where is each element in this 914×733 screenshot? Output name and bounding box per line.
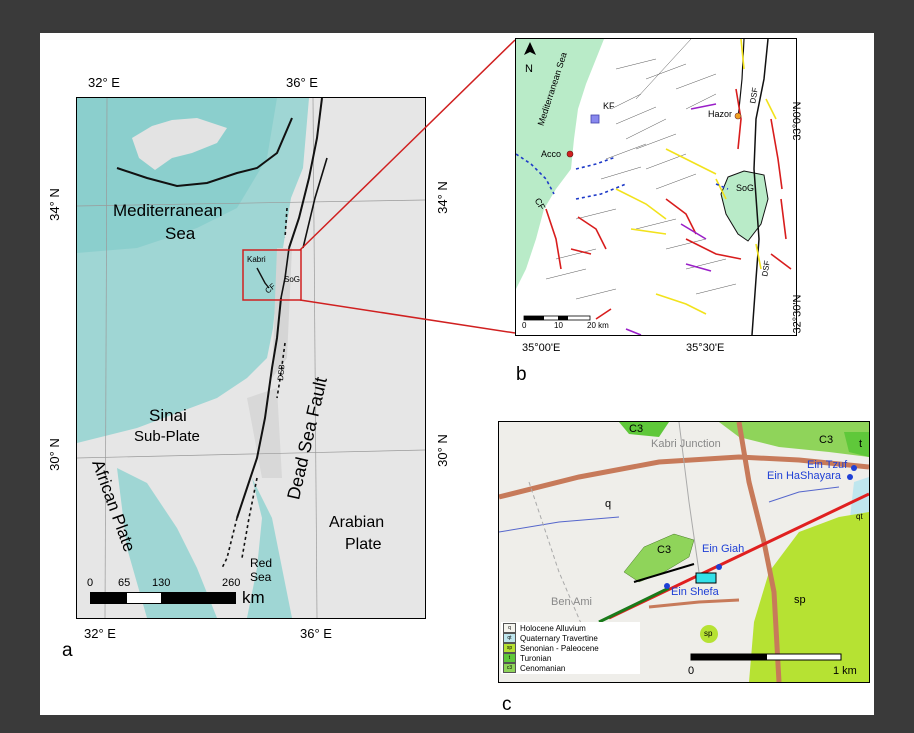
map-panel-c: q Holocene Alluvium qt Quaternary Traverti… (498, 421, 870, 683)
legend-swatch-q: q (503, 623, 516, 633)
label-q: q (605, 498, 612, 510)
legend-swatch-sp: sp (503, 643, 516, 653)
scale-c-1km: 1 km (833, 665, 857, 677)
legend-label-c3: Cenomanian (520, 663, 566, 673)
coord-b-lat-2: 32°30'N (791, 294, 804, 334)
legend-label-q: Holocene Alluvium (520, 623, 586, 633)
legend-swatch-c3: c3 (503, 663, 516, 673)
label-kf: KF (603, 101, 615, 111)
label-kabri-junction: Kabri Junction (651, 438, 721, 450)
map-legend: q Holocene Alluvium qt Quaternary Traverti… (501, 622, 640, 674)
spring-ein-giah (716, 564, 722, 570)
label-sp-right: sp (794, 594, 806, 606)
label-c3-right: C3 (819, 434, 834, 446)
coord-b-lat-1: 33°00'N (791, 101, 804, 141)
label-ben-ami: Ben Ami (551, 596, 592, 608)
legend-label-qt: Quaternary Travertine (520, 633, 598, 643)
coord-b-lon-1: 35°00'E (522, 342, 561, 354)
legend-row-qt: qt Quaternary Travertine (503, 633, 638, 643)
legend-swatch-qt: qt (503, 633, 516, 643)
legend-row-sp: sp Senonian - Paleocene (503, 643, 638, 653)
scale-c-0: 0 (688, 665, 695, 677)
label-acco: Acco (541, 149, 562, 159)
scale-b-10: 10 (554, 321, 563, 330)
legend-label-t: Turonian (520, 653, 552, 663)
coord-b-lon-2: 35°30'E (686, 342, 725, 354)
legend-row-c3: c3 Cenomanian (503, 663, 638, 673)
scale-b-20km: 20 km (587, 321, 609, 330)
label-c3-mid: C3 (657, 544, 672, 556)
spring-ein-tzuf (851, 465, 857, 471)
kf-marker (590, 114, 600, 124)
legend-label-sp: Senonian - Paleocene (520, 643, 599, 653)
spring-ein-hashayara (847, 474, 853, 480)
label-ein-hashayara: Ein HaShayara (767, 470, 841, 482)
label-qt: qt (856, 512, 863, 521)
label-sog-b: SoG (736, 183, 755, 193)
sea-of-galilee (720, 170, 769, 242)
hazor-dot (734, 112, 742, 120)
label-ein-shefa: Ein Shefa (671, 586, 719, 598)
spring-ein-shefa (664, 583, 670, 589)
map-panel-b: N Mediterranean Sea KF Hazor Acco SoG CF… (515, 38, 797, 336)
label-t: t (859, 438, 863, 450)
label-sp-bottom: sp (704, 629, 713, 638)
legend-row-t: t Turonian (503, 653, 638, 663)
panel-letter-c: c (502, 694, 512, 715)
label-north: N (525, 63, 533, 75)
study-site-marker (695, 572, 717, 584)
legend-swatch-t: t (503, 653, 516, 663)
acco-dot (566, 150, 574, 158)
label-c3-top: C3 (629, 423, 644, 435)
label-ein-giah: Ein Giah (702, 543, 745, 555)
scale-b-0: 0 (522, 321, 527, 330)
label-hazor: Hazor (708, 109, 733, 119)
panel-letter-b: b (516, 364, 527, 385)
legend-row-q: q Holocene Alluvium (503, 623, 638, 633)
